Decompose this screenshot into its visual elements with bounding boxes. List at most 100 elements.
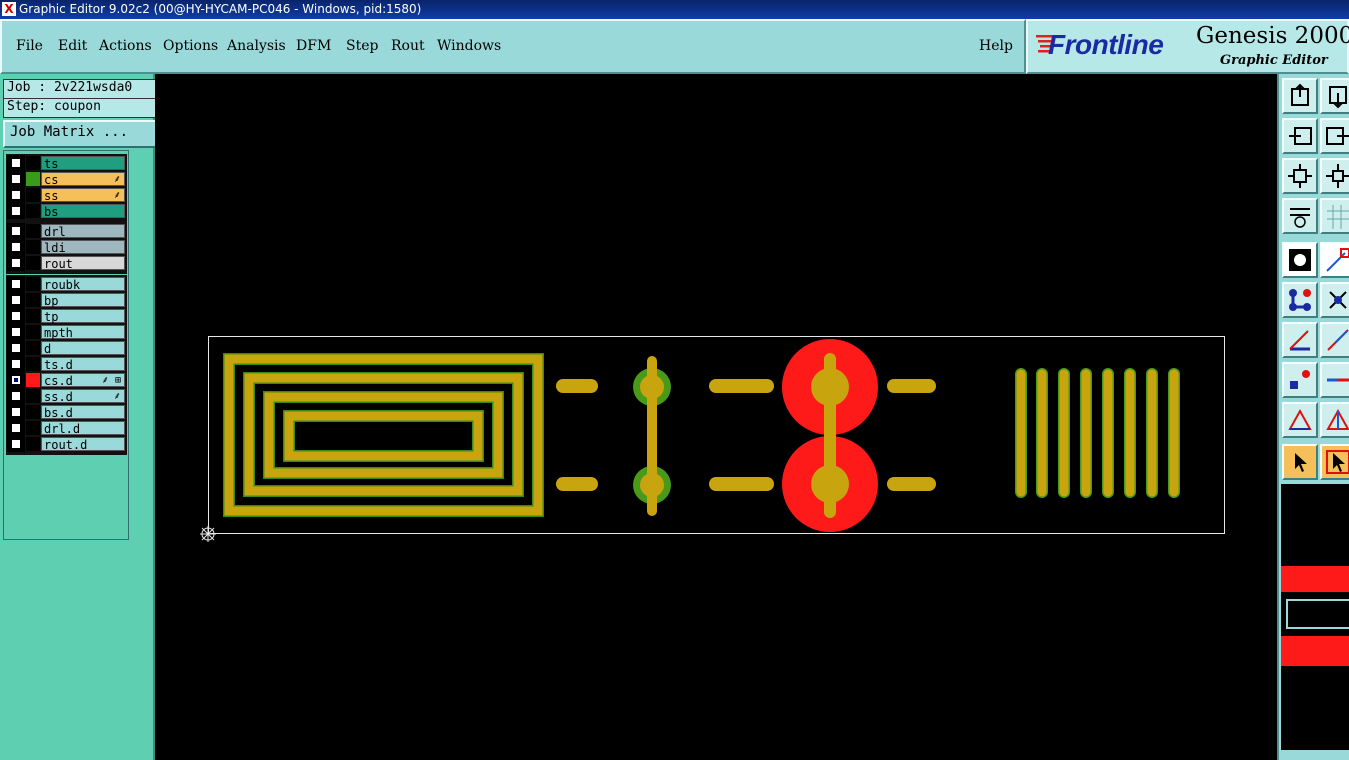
layer-color-swatch[interactable]: [26, 172, 40, 186]
layer-checkbox[interactable]: [11, 279, 21, 289]
layer-name[interactable]: bs: [41, 204, 125, 219]
menu-step[interactable]: Step: [346, 38, 378, 54]
pan-down-icon[interactable]: [1320, 78, 1349, 114]
layer-color-swatch[interactable]: [26, 293, 40, 307]
menu-options[interactable]: Options: [163, 38, 218, 54]
settings-icon[interactable]: [1282, 198, 1318, 234]
layer-row[interactable]: mpth: [7, 324, 126, 340]
layer-row[interactable]: bs.d: [7, 404, 126, 420]
layer-color-swatch[interactable]: [26, 405, 40, 419]
measure-distance-icon[interactable]: [1320, 362, 1349, 398]
layer-row[interactable]: ldi: [7, 239, 126, 255]
layer-checkbox[interactable]: [11, 206, 21, 216]
pan-left-icon[interactable]: [1282, 118, 1318, 154]
layer-color-swatch[interactable]: [26, 437, 40, 451]
layer-color-swatch[interactable]: [26, 325, 40, 339]
menu-help[interactable]: Help: [979, 38, 1013, 54]
layer-row[interactable]: ss.d ⸙: [7, 388, 126, 404]
layer-name[interactable]: drl: [41, 224, 125, 239]
layer-row[interactable]: ss ⸙: [7, 187, 126, 203]
zoom-home-icon[interactable]: [1282, 78, 1318, 114]
layer-name[interactable]: bs.d: [41, 405, 125, 420]
layer-checkbox[interactable]: [11, 258, 21, 268]
graphic-canvas[interactable]: [155, 74, 1277, 760]
layer-checkbox[interactable]: [11, 327, 21, 337]
layer-checkbox[interactable]: [11, 311, 21, 321]
layer-row[interactable]: d: [7, 340, 126, 356]
layer-name[interactable]: tp: [41, 309, 125, 324]
layer-row[interactable]: ts: [7, 155, 126, 171]
job-matrix-button[interactable]: Job Matrix ...: [3, 120, 160, 148]
layer-color-swatch[interactable]: [26, 373, 40, 387]
layer-color-swatch[interactable]: [26, 204, 40, 218]
snap-pad-icon[interactable]: [1282, 242, 1318, 278]
layer-color-swatch[interactable]: [26, 389, 40, 403]
layer-checkbox[interactable]: [11, 190, 21, 200]
triangle-snap-icon[interactable]: [1320, 402, 1349, 438]
layer-row[interactable]: drl.d: [7, 420, 126, 436]
layer-name[interactable]: drl.d: [41, 421, 125, 436]
overview-map[interactable]: [1281, 484, 1349, 750]
layer-color-swatch[interactable]: [26, 277, 40, 291]
layer-row[interactable]: bp: [7, 292, 126, 308]
layer-name[interactable]: ts.d: [41, 357, 125, 372]
pan-right-icon[interactable]: [1320, 118, 1349, 154]
grid-icon[interactable]: [1320, 198, 1349, 234]
menu-analysis[interactable]: Analysis: [227, 38, 286, 54]
menu-windows[interactable]: Windows: [437, 38, 501, 54]
measure-angle-icon[interactable]: [1282, 322, 1318, 358]
layer-checkbox[interactable]: [11, 174, 21, 184]
layer-name[interactable]: bp: [41, 293, 125, 308]
layer-name[interactable]: cs ⸙: [41, 172, 125, 187]
layer-checkbox[interactable]: [11, 226, 21, 236]
layer-name[interactable]: cs.d ⸙ ⊞: [41, 373, 125, 388]
layer-color-swatch[interactable]: [26, 188, 40, 202]
menu-rout[interactable]: Rout: [391, 38, 425, 54]
layer-checkbox[interactable]: [11, 158, 21, 168]
layer-color-swatch[interactable]: [26, 156, 40, 170]
layer-name[interactable]: d: [41, 341, 125, 356]
menu-file[interactable]: File: [16, 38, 43, 54]
layer-checkbox[interactable]: [11, 359, 21, 369]
zoom-window-icon[interactable]: [1320, 158, 1349, 194]
layer-checkbox[interactable]: [11, 439, 21, 449]
layer-color-swatch[interactable]: [26, 240, 40, 254]
layer-row[interactable]: cs ⸙: [7, 171, 126, 187]
layer-name[interactable]: rout: [41, 256, 125, 271]
layer-checkbox[interactable]: [11, 295, 21, 305]
layer-color-swatch[interactable]: [26, 224, 40, 238]
layer-row[interactable]: bs: [7, 203, 126, 219]
select-pads-icon[interactable]: [1282, 362, 1318, 398]
layer-row[interactable]: cs.d ⸙ ⊞: [7, 372, 126, 388]
layer-color-swatch[interactable]: [26, 341, 40, 355]
layer-name[interactable]: roubk: [41, 277, 125, 292]
layer-checkbox[interactable]: [11, 407, 21, 417]
app-icon[interactable]: X: [2, 2, 16, 16]
select-pointer-icon[interactable]: [1282, 444, 1318, 480]
layer-color-swatch[interactable]: [26, 421, 40, 435]
layer-name[interactable]: mpth: [41, 325, 125, 340]
layer-row[interactable]: rout: [7, 255, 126, 271]
layer-checkbox[interactable]: [11, 375, 21, 385]
layer-row[interactable]: roubk: [7, 276, 126, 292]
layer-name[interactable]: ts: [41, 156, 125, 171]
select-box-pointer-icon[interactable]: [1320, 444, 1349, 480]
layer-name[interactable]: ss ⸙: [41, 188, 125, 203]
measure-line-icon[interactable]: [1320, 322, 1349, 358]
zoom-fit-icon[interactable]: [1282, 158, 1318, 194]
triangle-measure-icon[interactable]: [1282, 402, 1318, 438]
menu-actions[interactable]: Actions: [99, 38, 152, 54]
menu-edit[interactable]: Edit: [58, 38, 87, 54]
layer-checkbox[interactable]: [11, 423, 21, 433]
layer-row[interactable]: tp: [7, 308, 126, 324]
layer-checkbox[interactable]: [11, 343, 21, 353]
cross-node-icon[interactable]: [1320, 282, 1349, 318]
layer-name[interactable]: rout.d: [41, 437, 125, 452]
layer-row[interactable]: ts.d: [7, 356, 126, 372]
layer-row[interactable]: rout.d: [7, 436, 126, 452]
layer-color-swatch[interactable]: [26, 256, 40, 270]
layer-name[interactable]: ldi: [41, 240, 125, 255]
layer-checkbox[interactable]: [11, 391, 21, 401]
draw-line-icon[interactable]: [1320, 242, 1349, 278]
layer-checkbox[interactable]: [11, 242, 21, 252]
